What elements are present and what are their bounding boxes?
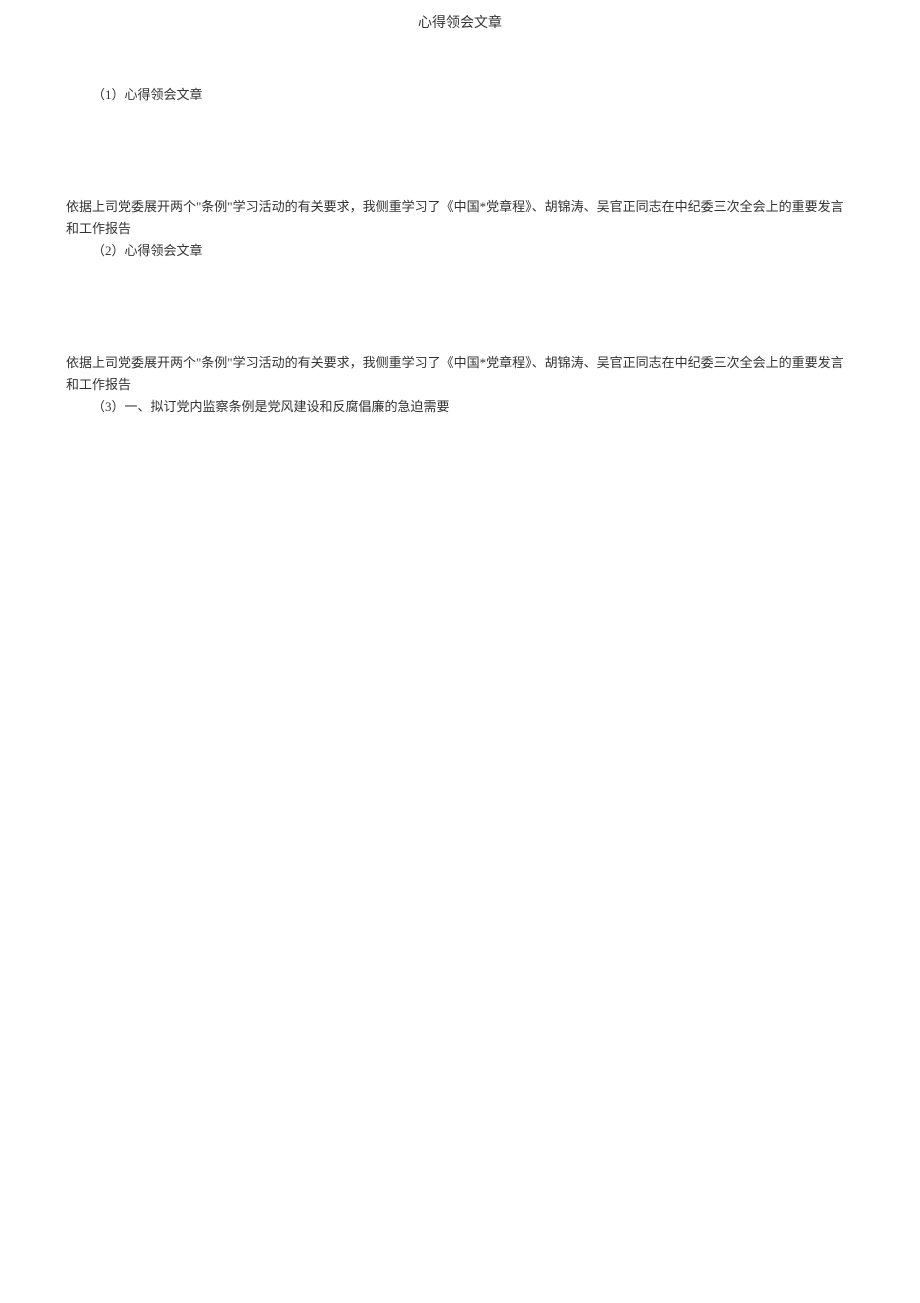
heading-text: （1）心得领会文章 [92, 87, 203, 102]
document-body: （1）心得领会文章 依据上司党委展开两个"条例"学习活动的有关要求，我侧重学习了… [0, 36, 920, 419]
page-title: 心得领会文章 [0, 0, 920, 36]
section-heading-1: （1）心得领会文章 [66, 84, 854, 106]
spacer [66, 106, 854, 196]
heading-text: （2）心得领会文章 [92, 243, 203, 258]
spacer [66, 262, 854, 352]
section-heading-2: （2）心得领会文章 [66, 240, 854, 262]
paragraph-text: 依据上司党委展开两个"条例"学习活动的有关要求，我侧重学习了《中国*党章程》、胡… [66, 355, 844, 392]
section-paragraph-1: 依据上司党委展开两个"条例"学习活动的有关要求，我侧重学习了《中国*党章程》、胡… [66, 196, 854, 240]
heading-text: （3）一、拟订党内监察条例是党风建设和反腐倡廉的急迫需要 [92, 399, 450, 414]
section-paragraph-2: 依据上司党委展开两个"条例"学习活动的有关要求，我侧重学习了《中国*党章程》、胡… [66, 352, 854, 396]
title-text: 心得领会文章 [418, 16, 502, 31]
paragraph-text: 依据上司党委展开两个"条例"学习活动的有关要求，我侧重学习了《中国*党章程》、胡… [66, 199, 844, 236]
section-heading-3: （3）一、拟订党内监察条例是党风建设和反腐倡廉的急迫需要 [66, 396, 854, 418]
